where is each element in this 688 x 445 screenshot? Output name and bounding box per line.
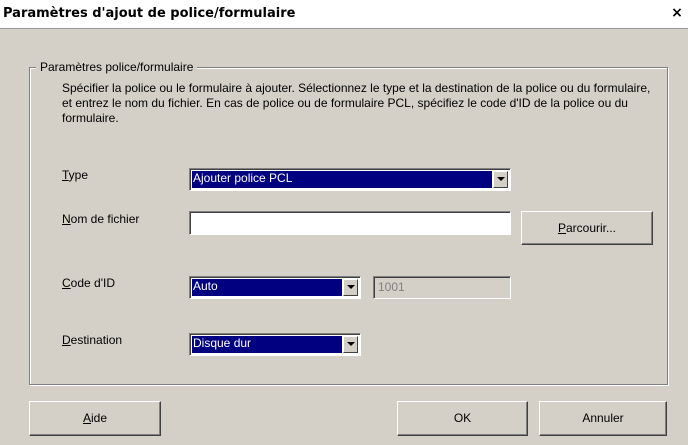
destination-label: Destination bbox=[62, 333, 123, 347]
chevron-down-icon[interactable] bbox=[343, 279, 358, 296]
instructions-text: Spécifier la police ou le formulaire à a… bbox=[62, 81, 651, 125]
id-code-label: Code d'ID bbox=[62, 276, 115, 290]
window-title: Paramètres d'ajout de police/formulaire bbox=[3, 6, 296, 21]
groupbox-legend: Paramètres police/formulaire bbox=[36, 60, 198, 74]
type-selected-value: Ajouter police PCL bbox=[192, 171, 492, 188]
dialog-window: Paramètres d'ajout de police/formulaire … bbox=[0, 0, 688, 445]
type-label: Type bbox=[62, 168, 89, 182]
ok-button[interactable]: OK bbox=[397, 401, 528, 436]
chevron-down-icon[interactable] bbox=[493, 171, 508, 188]
chevron-down-icon[interactable] bbox=[343, 336, 358, 353]
cancel-button[interactable]: Annuler bbox=[539, 401, 667, 436]
destination-selected-value: Disque dur bbox=[192, 336, 342, 353]
id-number-field: 1001 bbox=[373, 276, 511, 299]
filename-label: Nom de fichier bbox=[62, 212, 140, 226]
id-code-dropdown[interactable]: Auto bbox=[189, 276, 361, 299]
destination-dropdown[interactable]: Disque dur bbox=[189, 333, 361, 356]
type-dropdown[interactable]: Ajouter police PCL bbox=[189, 168, 511, 191]
browse-button[interactable]: Parcourir... bbox=[521, 211, 653, 245]
filename-input[interactable] bbox=[189, 211, 511, 235]
help-button[interactable]: Aide bbox=[29, 401, 161, 436]
id-code-selected-value: Auto bbox=[192, 279, 342, 296]
title-bar[interactable]: Paramètres d'ajout de police/formulaire … bbox=[0, 0, 688, 29]
close-icon[interactable]: × bbox=[670, 6, 684, 21]
id-number-value: 1001 bbox=[378, 280, 405, 294]
